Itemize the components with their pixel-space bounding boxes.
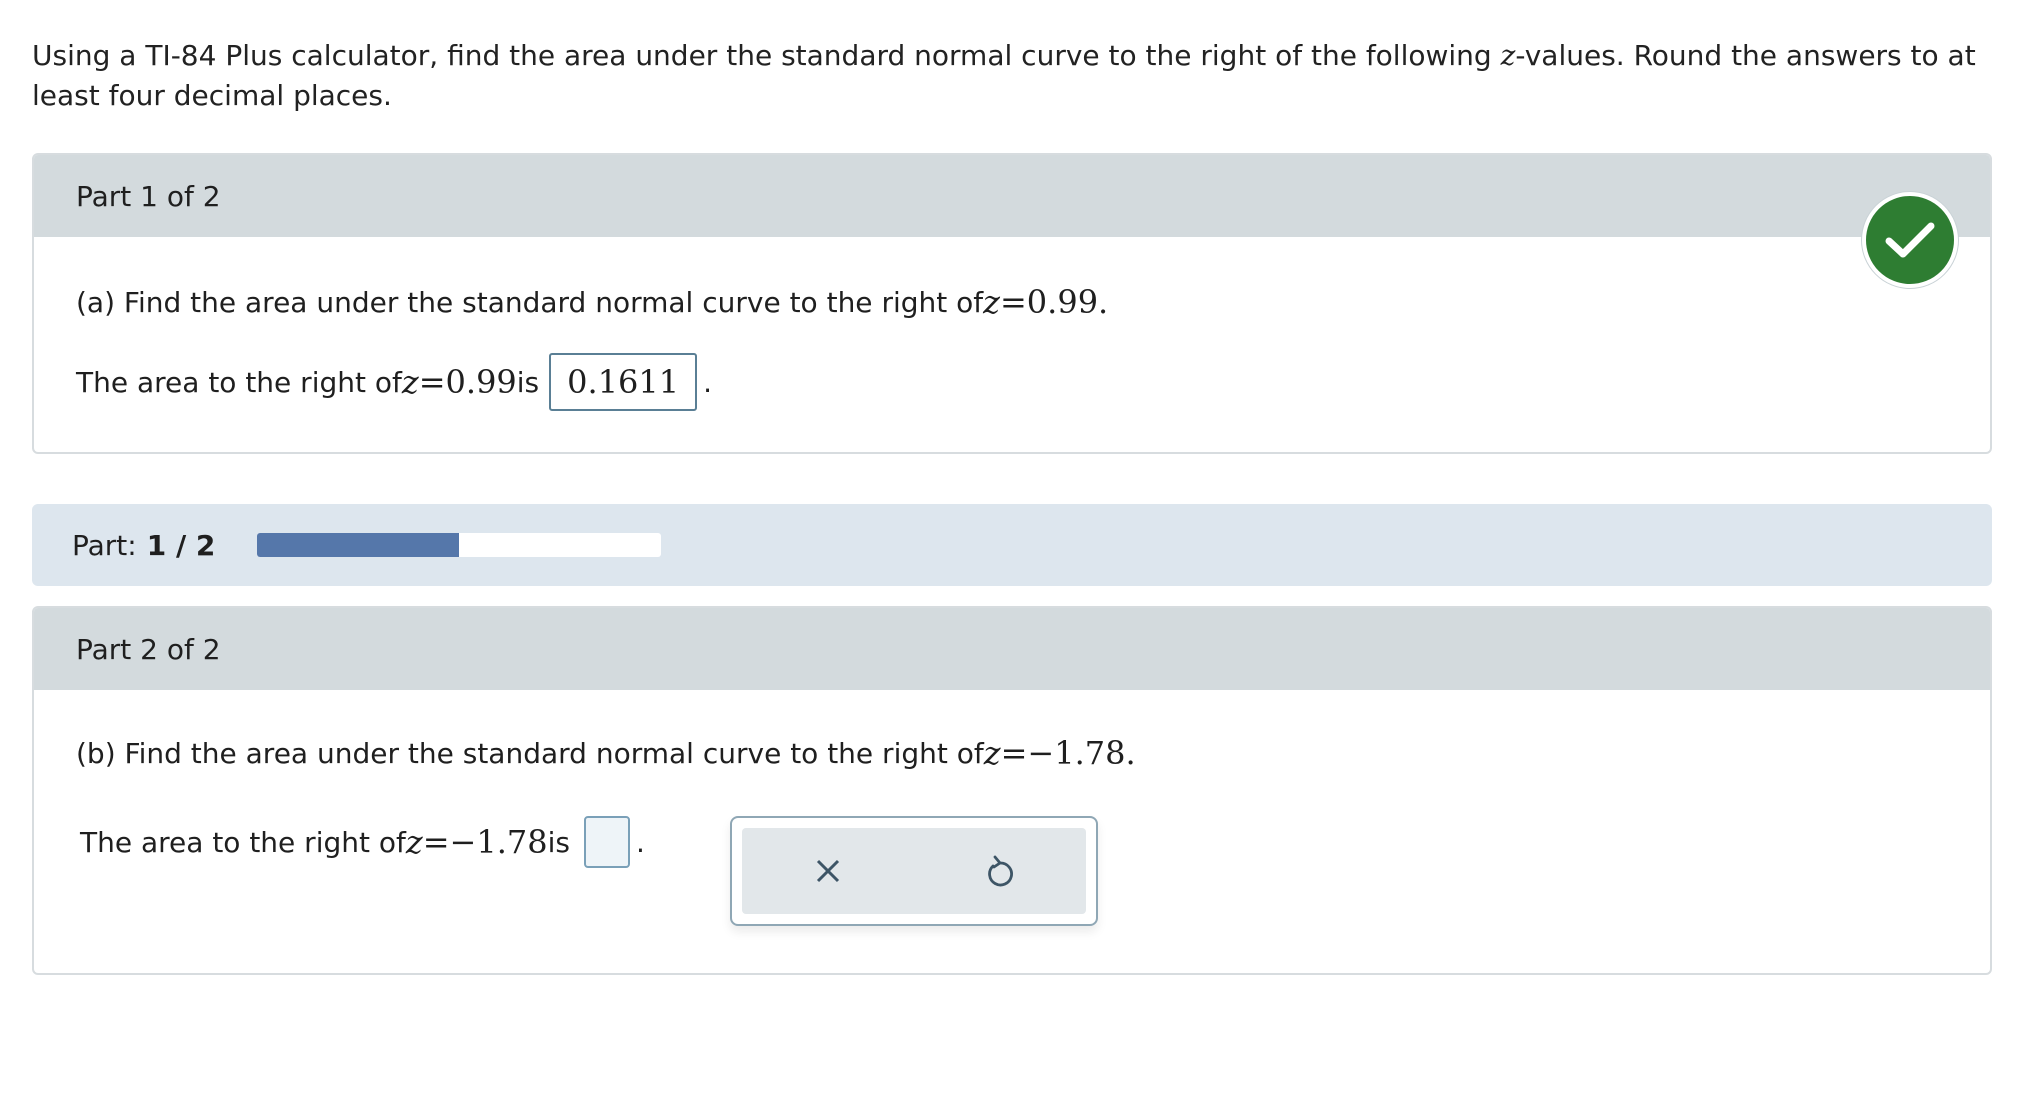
progress-fill [257, 533, 460, 557]
problem-prompt: Using a TI-84 Plus calculator, find the … [32, 39, 1976, 112]
progress-value: 1 / 2 [146, 528, 216, 562]
part-2-question: (b) Find the area under the standard nor… [76, 734, 1136, 772]
progress-label: Part: [72, 528, 137, 562]
part-1-answer-box[interactable]: 0.1611 [549, 353, 698, 411]
undo-button[interactable] [970, 841, 1030, 901]
part-1-card: Part 1 of 2 (a) Find the area under the … [32, 153, 1992, 454]
part-1-answer-line: The area to the right of z=0.99 is 0.161… [76, 353, 712, 411]
part-progress: Part: 1 / 2 [32, 504, 1992, 586]
progress-track [257, 533, 662, 557]
part-1-header: Part 1 of 2 [34, 155, 1990, 237]
part-1-question: (a) Find the area under the standard nor… [76, 283, 1109, 321]
clear-button[interactable] [798, 841, 858, 901]
undo-icon [988, 855, 1013, 887]
check-icon [1862, 192, 1958, 288]
answer-toolbox [730, 816, 1098, 926]
part-2-header: Part 2 of 2 [34, 608, 1990, 690]
part-2-answer-line: The area to the right of z=−1.78 is . [80, 816, 645, 868]
close-icon [816, 859, 840, 883]
part-2-answer-input[interactable] [583, 816, 630, 868]
